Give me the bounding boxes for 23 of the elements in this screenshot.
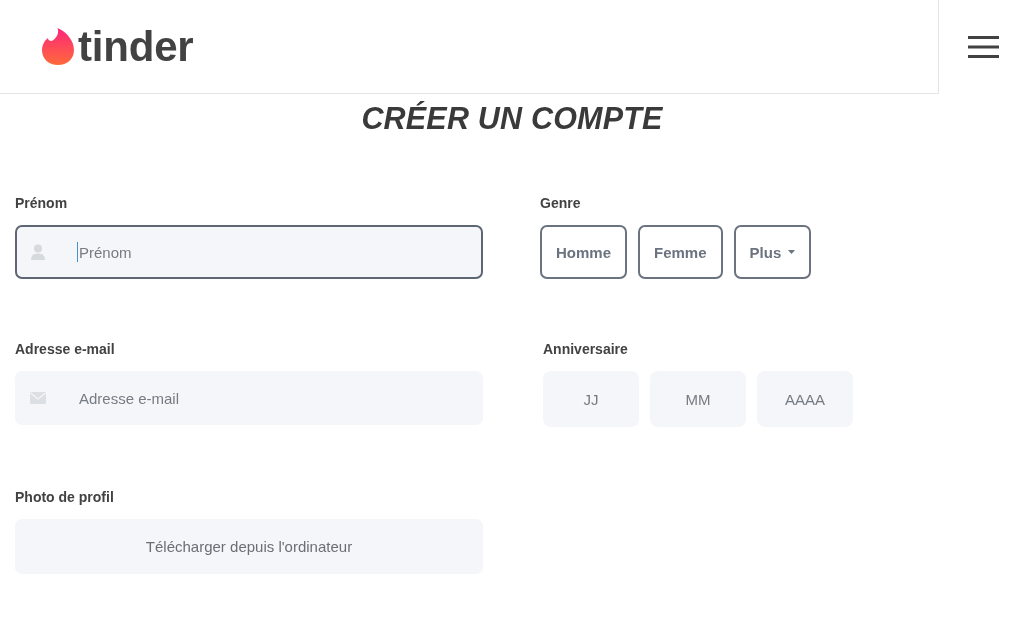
more-dropdown[interactable]: Plus <box>733 225 812 279</box>
email-field[interactable]: Adresse e-mail <box>15 371 483 425</box>
field-label: Prénom <box>15 194 68 213</box>
page-title: CRÉER UN COMPTE <box>360 100 664 136</box>
date-part-field[interactable]: AAAA <box>757 371 853 427</box>
flame-icon <box>42 28 74 65</box>
field-label: Genre <box>540 194 581 213</box>
gender-option-button[interactable]: Femme <box>638 225 723 279</box>
gender-option-button[interactable]: Homme <box>540 225 627 279</box>
date-part-field[interactable]: JJ <box>543 371 639 427</box>
mail-icon <box>30 390 46 406</box>
menu-icon <box>968 36 999 58</box>
logo-link[interactable]: tinder <box>42 24 194 69</box>
date-part-field[interactable]: MM <box>650 371 746 427</box>
menu-button[interactable] <box>968 36 999 58</box>
first-name-field[interactable]: Prénom <box>15 225 483 279</box>
caret-icon <box>788 250 796 254</box>
field-label: Photo de profil <box>15 488 114 507</box>
person-icon <box>30 244 46 260</box>
upload-button[interactable]: Télécharger depuis l'ordinateur <box>15 519 483 574</box>
field-label: Anniversaire <box>543 340 628 359</box>
field-label: Adresse e-mail <box>15 340 115 359</box>
text-cursor-icon <box>77 242 78 262</box>
